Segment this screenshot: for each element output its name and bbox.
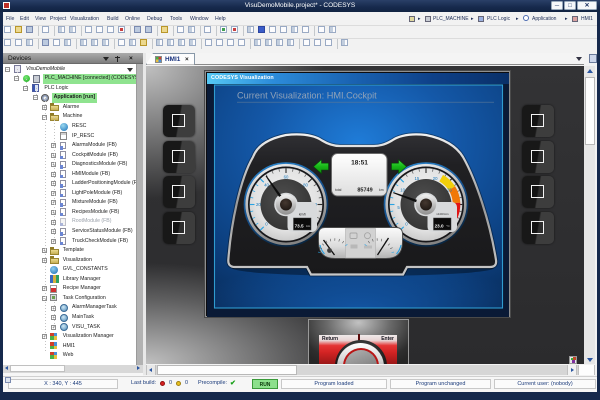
svg-text:18:51: 18:51 (351, 159, 368, 166)
svg-text:km/h: km/h (299, 212, 306, 216)
svg-text:x100/min: x100/min (436, 212, 449, 216)
svg-text:60: 60 (284, 174, 289, 179)
svg-text:85749: 85749 (357, 187, 372, 193)
svg-text:Current Visualization: HMI.Coc: Current Visualization: HMI.Cockpit (237, 90, 377, 100)
svg-text:km: km (306, 224, 311, 228)
svg-text:total: total (335, 188, 342, 192)
svg-text:km: km (379, 188, 384, 192)
svg-text:23.0: 23.0 (435, 223, 444, 228)
svg-text:73.5: 73.5 (295, 223, 304, 228)
